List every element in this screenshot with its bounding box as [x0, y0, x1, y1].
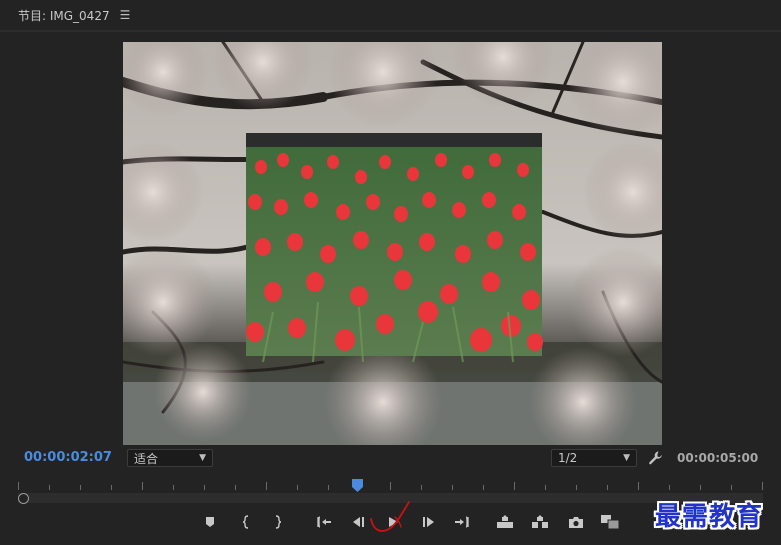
camera-icon: [569, 516, 583, 528]
play-icon: [389, 517, 398, 527]
video-frame: [123, 42, 662, 445]
add-marker-button[interactable]: [198, 510, 222, 534]
playback-resolution-select[interactable]: 1/2 ▼: [551, 449, 637, 467]
go-to-in-icon: [317, 516, 331, 528]
go-to-out-button[interactable]: [450, 510, 474, 534]
watermark-logo: 最需教育: [655, 502, 764, 532]
duration-timecode: 00:00:05:00: [677, 451, 759, 465]
step-forward-icon: [423, 517, 434, 527]
mark-out-button[interactable]: [266, 510, 290, 534]
go-to-in-button[interactable]: [312, 510, 336, 534]
panel-title[interactable]: 节目: IMG_0427: [18, 7, 110, 24]
program-monitor-header: 节目: IMG_0427 ☰: [0, 0, 781, 30]
go-to-out-icon: [455, 516, 469, 528]
program-monitor-viewer[interactable]: [123, 42, 662, 445]
panel-divider: [0, 30, 781, 32]
mark-in-button[interactable]: [234, 510, 258, 534]
step-back-button[interactable]: [346, 510, 370, 534]
step-back-icon: [353, 517, 364, 527]
hamburger-menu-icon[interactable]: ☰: [120, 8, 131, 22]
export-frame-button[interactable]: [564, 510, 588, 534]
mark-out-icon: [275, 515, 282, 529]
current-timecode[interactable]: 00:00:02:07: [24, 450, 112, 465]
compare-icon: [601, 515, 620, 530]
extract-icon: [532, 515, 548, 528]
wrench-icon[interactable]: [648, 450, 664, 466]
lift-icon: [497, 515, 513, 528]
zoom-scroll-handle[interactable]: [18, 493, 29, 504]
tulip-overlay-clip: [246, 133, 543, 363]
mark-in-icon: [242, 515, 249, 529]
play-button[interactable]: [381, 510, 405, 534]
playhead-marker[interactable]: [351, 478, 364, 494]
chevron-down-icon: ▼: [623, 453, 630, 463]
time-ruler[interactable]: [18, 478, 763, 492]
zoom-scroll-bar[interactable]: [18, 493, 763, 503]
zoom-fit-select[interactable]: 适合 ▼: [127, 449, 213, 467]
step-forward-button[interactable]: [417, 510, 441, 534]
chevron-down-icon: ▼: [199, 453, 206, 463]
extract-button[interactable]: [528, 510, 552, 534]
marker-icon: [206, 517, 214, 527]
compare-view-button[interactable]: [598, 510, 622, 534]
lift-button[interactable]: [493, 510, 517, 534]
playback-resolution-value: 1/2: [558, 451, 578, 465]
zoom-fit-value: 适合: [134, 451, 159, 466]
